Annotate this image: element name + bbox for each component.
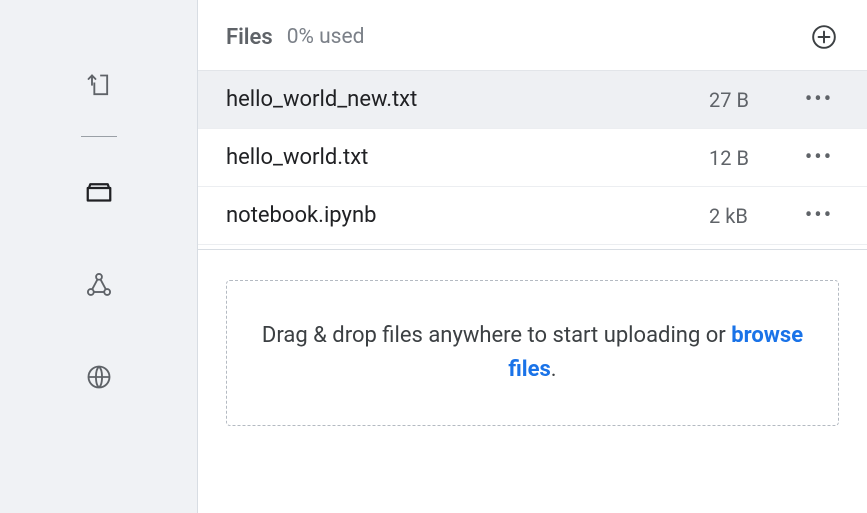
files-header: Files 0% used bbox=[198, 0, 867, 71]
divider bbox=[198, 249, 867, 250]
drop-text-after: . bbox=[551, 357, 557, 382]
sidebar-item-web[interactable] bbox=[83, 361, 115, 393]
file-list: hello_world_new.txt 27 B ••• hello_world… bbox=[198, 71, 867, 245]
file-row[interactable]: hello_world.txt 12 B ••• bbox=[198, 129, 867, 187]
file-name: hello_world.txt bbox=[226, 145, 709, 170]
file-actions-button[interactable]: ••• bbox=[799, 89, 839, 111]
folder-open-icon bbox=[84, 178, 114, 208]
dropzone[interactable]: Drag & drop files anywhere to start uplo… bbox=[226, 280, 839, 426]
file-actions-button[interactable]: ••• bbox=[799, 205, 839, 227]
upload-file-icon bbox=[85, 72, 113, 100]
ellipsis-icon: ••• bbox=[805, 89, 833, 111]
files-usage: 0% used bbox=[287, 25, 365, 49]
file-row[interactable]: notebook.ipynb 2 kB ••• bbox=[198, 187, 867, 245]
sidebar-item-share[interactable] bbox=[83, 269, 115, 301]
main-panel: Files 0% used hello_world_new.txt 27 B •… bbox=[198, 0, 867, 513]
ellipsis-icon: ••• bbox=[805, 205, 833, 227]
share-nodes-icon bbox=[85, 271, 113, 299]
add-file-button[interactable] bbox=[809, 22, 839, 52]
file-size: 27 B bbox=[709, 88, 799, 112]
sidebar bbox=[0, 0, 198, 513]
file-size: 2 kB bbox=[709, 204, 799, 228]
file-row[interactable]: hello_world_new.txt 27 B ••• bbox=[198, 71, 867, 129]
ellipsis-icon: ••• bbox=[805, 147, 833, 169]
file-actions-button[interactable]: ••• bbox=[799, 147, 839, 169]
drop-text-before: Drag & drop files anywhere to start uplo… bbox=[262, 323, 731, 348]
file-name: notebook.ipynb bbox=[226, 203, 709, 228]
files-title: Files bbox=[226, 25, 273, 50]
sidebar-item-files[interactable] bbox=[83, 177, 115, 209]
sidebar-divider bbox=[81, 136, 117, 137]
sidebar-item-upload[interactable] bbox=[83, 70, 115, 102]
plus-circle-icon bbox=[811, 24, 837, 50]
dropzone-text: Drag & drop files anywhere to start uplo… bbox=[247, 319, 818, 387]
file-name: hello_world_new.txt bbox=[226, 87, 709, 112]
globe-icon bbox=[85, 363, 113, 391]
file-size: 12 B bbox=[709, 146, 799, 170]
